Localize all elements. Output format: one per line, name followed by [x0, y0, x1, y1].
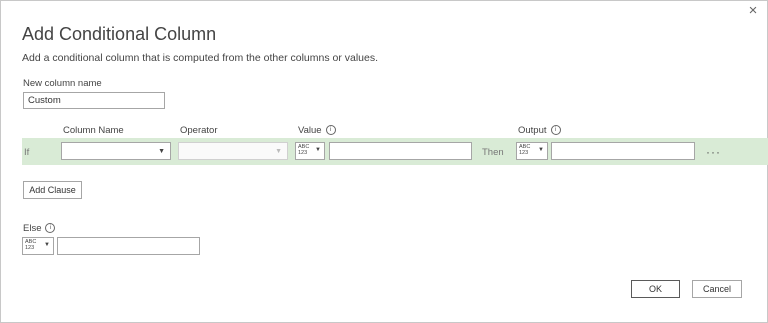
abc-123-type-icon: ABC 123: [25, 239, 36, 251]
value-header: Value i: [298, 125, 336, 136]
output-info-icon[interactable]: i: [550, 125, 561, 136]
add-conditional-column-dialog: × Add Conditional Column Add a condition…: [0, 0, 768, 323]
dialog-title: Add Conditional Column: [22, 24, 217, 44]
operator-header: Operator: [180, 125, 218, 136]
new-column-name-label: New column name: [23, 78, 102, 89]
output-header-text: Output: [518, 125, 547, 136]
chevron-down-icon: ▼: [44, 242, 50, 248]
add-clause-button[interactable]: Add Clause: [23, 181, 82, 199]
operator-dropdown[interactable]: ▼: [178, 142, 288, 160]
chevron-down-icon: ▼: [158, 148, 165, 155]
abc-123-type-icon: ABC 123: [519, 144, 530, 156]
value-info-icon[interactable]: i: [325, 125, 336, 136]
abc-123-type-icon: ABC 123: [298, 144, 309, 156]
if-label: If: [24, 147, 30, 158]
output-type-glyph-bottom: 123: [519, 150, 529, 156]
output-type-selector[interactable]: ABC 123 ▼: [516, 142, 548, 160]
output-input[interactable]: [551, 142, 695, 160]
cancel-button[interactable]: Cancel: [692, 280, 742, 298]
value-input[interactable]: [329, 142, 472, 160]
chevron-down-icon: ▼: [315, 147, 321, 153]
else-header: Else i: [23, 223, 56, 234]
else-value-input[interactable]: [57, 237, 200, 255]
column-name-dropdown[interactable]: ▼: [61, 142, 171, 160]
output-header: Output i: [518, 125, 561, 136]
ok-button[interactable]: OK: [631, 280, 680, 298]
more-options-icon[interactable]: ···: [706, 145, 721, 159]
column-name-header: Column Name: [63, 125, 124, 136]
chevron-down-icon: ▼: [275, 148, 282, 155]
else-type-selector[interactable]: ABC 123 ▼: [22, 237, 54, 255]
value-type-selector[interactable]: ABC 123 ▼: [295, 142, 325, 160]
value-header-text: Value: [298, 125, 322, 136]
dialog-subtitle: Add a conditional column that is compute…: [22, 52, 379, 64]
new-column-name-input[interactable]: Custom: [23, 92, 165, 109]
chevron-down-icon: ▼: [538, 147, 544, 153]
close-icon[interactable]: ×: [745, 3, 761, 19]
else-label: Else: [23, 223, 42, 234]
value-type-glyph-bottom: 123: [298, 150, 308, 156]
then-label: Then: [482, 147, 504, 158]
else-type-glyph-bottom: 123: [25, 245, 35, 251]
else-info-icon[interactable]: i: [45, 223, 56, 234]
